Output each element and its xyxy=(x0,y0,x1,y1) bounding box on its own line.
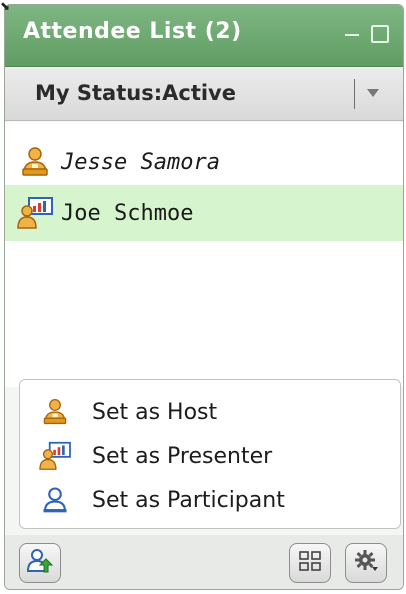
attendee-row-jesse-samora[interactable]: Jesse Samora xyxy=(5,134,403,190)
title-bar: Attendee List (2) xyxy=(5,5,403,67)
window-controls xyxy=(343,25,389,43)
resize-corner-arrow-icon[interactable]: ⬊ xyxy=(0,0,14,14)
layout-grid-button[interactable] xyxy=(289,543,331,583)
participant-icon xyxy=(38,483,72,517)
settings-button[interactable] xyxy=(345,543,387,583)
attendee-name: Joe Schmoe xyxy=(61,200,194,226)
attendee-row-joe-schmoe[interactable]: Joe Schmoe xyxy=(5,185,403,241)
chevron-down-icon[interactable] xyxy=(367,89,379,97)
attendee-list: Jesse Samora Joe Schmoe xyxy=(5,122,403,387)
user-upload-icon xyxy=(26,547,54,579)
presenter-icon xyxy=(38,439,72,473)
presenter-icon xyxy=(15,193,55,233)
set-as-participant-item[interactable]: Set as Participant xyxy=(20,478,400,522)
maximize-button[interactable] xyxy=(371,25,389,43)
dropdown-separator xyxy=(354,79,355,109)
minimize-button[interactable] xyxy=(343,25,361,43)
menu-item-label: Set as Host xyxy=(92,399,218,425)
host-icon xyxy=(15,142,55,182)
panel-title: Attendee List (2) xyxy=(23,19,242,44)
menu-item-label: Set as Participant xyxy=(92,487,285,513)
bottom-toolbar xyxy=(5,535,403,589)
attendee-name: Jesse Samora xyxy=(61,149,220,175)
role-context-menu: Set as Host Set as Presenter Set as Part… xyxy=(19,379,401,529)
set-as-host-item[interactable]: Set as Host xyxy=(20,390,400,434)
layout-grid-icon xyxy=(298,550,322,576)
host-icon xyxy=(38,395,72,429)
settings-gear-icon xyxy=(353,548,379,578)
set-as-presenter-item[interactable]: Set as Presenter xyxy=(20,434,400,478)
my-status-dropdown[interactable]: My Status:Active xyxy=(5,67,403,121)
user-upload-button[interactable] xyxy=(19,543,61,583)
my-status-label: My Status:Active xyxy=(35,81,236,105)
attendee-list-panel: Attendee List (2) My Status:Active Jesse… xyxy=(4,4,404,590)
menu-item-label: Set as Presenter xyxy=(92,443,273,469)
